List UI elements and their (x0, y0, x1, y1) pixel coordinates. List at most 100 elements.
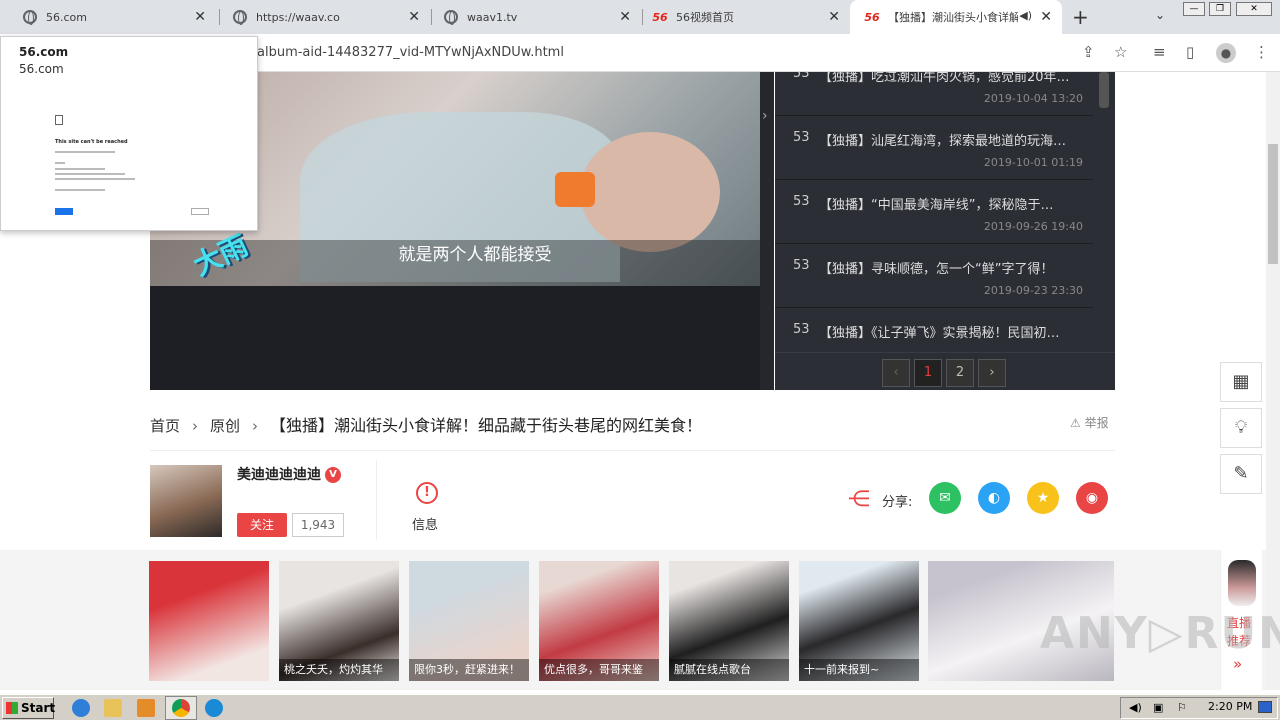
uploader-avatar[interactable] (150, 465, 222, 537)
document-icon (55, 115, 63, 125)
edit-icon[interactable]: ✎ (1220, 454, 1262, 494)
report-label: 举报 (1084, 416, 1109, 430)
playlist-item[interactable]: 53 【独播】寻味顺德，怎一个“鲜”字了得！ 2019-09-23 23:30 (775, 244, 1093, 308)
page-scrollbar[interactable] (1266, 72, 1280, 690)
close-tab-icon[interactable]: ✕ (194, 9, 206, 25)
side-panel-icon[interactable]: ▯ (1186, 43, 1194, 61)
tab-search-chevron-icon[interactable]: ⌄ (1155, 8, 1165, 22)
share-weibo-button[interactable]: ◉ (1076, 482, 1108, 514)
recommend-thumb[interactable]: 限你3秒，赶紧进来！ (409, 561, 529, 681)
playlist-scrollbar[interactable] (1099, 72, 1109, 108)
taskbar-clock: 2:20 PM (1208, 700, 1253, 713)
close-tab-icon[interactable]: ✕ (1040, 9, 1052, 25)
recommend-caption: 桃之夭夭，灼灼其华 (279, 659, 399, 681)
playlist-item[interactable]: 53 【独播】吃过潮汕牛肉火锅，感觉前20年… 2019-10-04 13:20 (775, 72, 1093, 116)
tab-56-com[interactable]: 56.com ✕ (8, 0, 216, 34)
tab-waav-co[interactable]: https://waav.co ✕ (218, 0, 430, 34)
recommend-thumb[interactable]: 优点很多，哥哥来鉴 (539, 561, 659, 681)
playlist-item-number: 53 (793, 258, 810, 273)
tab-hover-card: 56.com 56.com This site can't be reached (0, 36, 258, 231)
playlist-collapse-toggle[interactable]: › (760, 72, 774, 390)
folder-icon[interactable] (104, 699, 122, 717)
playlist-item-title: 【独播】“中国最美海岸线”，探秘隐于… (819, 198, 1054, 213)
media-player-icon[interactable] (137, 699, 155, 717)
verified-badge-icon: V (325, 467, 341, 483)
hover-card-subtitle: 56.com (19, 62, 64, 76)
recommend-caption: 十一前来报到~ (799, 659, 919, 681)
recommend-thumb[interactable]: 桃之夭夭，灼灼其华 (279, 561, 399, 681)
minimize-button[interactable]: — (1183, 2, 1205, 16)
recommend-caption: 腻腻在线点歌台 (669, 659, 789, 681)
page-title: 【独播】潮汕街头小食详解！细品藏于街头巷尾的网红美食！ (270, 416, 703, 435)
windows-taskbar: Start ◀) ▣ ⚐ 2:20 PM (0, 694, 1280, 720)
playlist-item[interactable]: 53 【独播】“中国最美海岸线”，探秘隐于… 2019-09-26 19:40 (775, 180, 1093, 244)
tab-title: 56.com (46, 10, 87, 24)
tab-video-active[interactable]: 56 【独播】潮汕街头小食详解 ◀) ✕ (850, 0, 1062, 34)
globe-icon (232, 9, 248, 25)
close-tab-icon[interactable]: ✕ (619, 9, 631, 25)
close-tab-icon[interactable]: ✕ (408, 9, 420, 25)
network-icon[interactable]: ▣ (1153, 701, 1163, 714)
playlist-item-title: 【独播】寻味顺德，怎一个“鲜”字了得！ (819, 262, 1054, 277)
share-wechat-button[interactable]: ✉ (929, 482, 961, 514)
hover-card-title: 56.com (19, 45, 69, 59)
show-desktop-icon[interactable] (1258, 701, 1272, 713)
tab-56-home[interactable]: 56 56视频首页 ✕ (638, 0, 850, 34)
chevron-right-icon: › (762, 108, 768, 124)
ie-icon[interactable] (72, 699, 90, 717)
edge-icon[interactable] (205, 699, 223, 717)
globe-icon (443, 9, 459, 25)
new-tab-button[interactable]: + (1072, 5, 1089, 29)
breadcrumb: 首页 › 原创 › 【独播】潮汕街头小食详解！细品藏于街头巷尾的网红美食！ (150, 412, 702, 436)
share-page-icon[interactable]: ⇪ (1082, 43, 1095, 61)
warning-icon: ⚠ (1070, 416, 1081, 430)
start-button[interactable]: Start (2, 697, 55, 719)
pager-prev-button[interactable]: ‹ (882, 359, 910, 387)
profile-avatar-icon[interactable]: ● (1216, 43, 1236, 63)
tab-waav1-tv[interactable]: waav1.tv ✕ (429, 0, 641, 34)
share-qq-button[interactable]: ◐ (978, 482, 1010, 514)
recommend-thumb[interactable] (149, 561, 269, 681)
playlist-item[interactable]: 53 【独播】汕尾红海湾，探索最地道的玩海… 2019-10-01 01:19 (775, 116, 1093, 180)
follow-button[interactable]: 关注 (237, 513, 287, 537)
56-logo-icon: 56 (652, 10, 668, 24)
lightbulb-icon[interactable]: 💡︎ (1220, 408, 1262, 448)
anyrun-watermark: ANY▷RUN (1040, 608, 1280, 659)
live-avatar (1228, 560, 1256, 606)
recommend-thumb[interactable]: 腻腻在线点歌台 (669, 561, 789, 681)
close-tab-icon[interactable]: ✕ (828, 9, 840, 25)
share-qzone-button[interactable]: ★ (1027, 482, 1059, 514)
playlist-item-date: 2019-10-01 01:19 (983, 156, 1083, 169)
share-label: 分享: (882, 495, 913, 510)
speaker-icon[interactable]: ◀) (1019, 9, 1032, 22)
report-button[interactable]: ⚠ 举报 (1070, 414, 1109, 431)
info-label[interactable]: 信息 (412, 514, 438, 533)
recommend-thumb[interactable]: 十一前来报到~ (799, 561, 919, 681)
volume-icon[interactable]: ◀) (1129, 701, 1142, 714)
windows-logo-icon (6, 702, 18, 714)
media-control-icon[interactable]: ≡ (1153, 43, 1166, 61)
pager-page-1[interactable]: 1 (914, 359, 942, 387)
qr-code-icon[interactable]: ▦ (1220, 362, 1262, 402)
bookmark-star-icon[interactable]: ☆ (1114, 43, 1127, 61)
breadcrumb-home[interactable]: 首页 (150, 417, 180, 435)
uploader-name[interactable]: 美迪迪迪迪迪 V (237, 464, 341, 484)
chevron-right-icon: › (252, 417, 259, 435)
playlist-item-date: 2019-09-26 19:40 (983, 220, 1083, 233)
56-logo-icon: 56 (864, 10, 880, 24)
playlist-panel: 53 【独播】吃过潮汕牛肉火锅，感觉前20年… 2019-10-04 13:20… (775, 72, 1115, 390)
chrome-taskbar-button[interactable] (165, 696, 197, 720)
info-icon[interactable]: ! (416, 482, 438, 504)
browser-menu-icon[interactable]: ⋮ (1254, 43, 1269, 61)
breadcrumb-category[interactable]: 原创 (210, 417, 240, 435)
flag-icon[interactable]: ⚐ (1177, 701, 1187, 714)
tab-title: 【独播】潮汕街头小食详解 (888, 11, 1018, 24)
address-bar-url[interactable]: album-aid-14483277_vid-MTYwNjAxNDUw.html (257, 45, 564, 60)
maximize-button[interactable]: ❐ (1209, 2, 1231, 16)
pager-next-button[interactable]: › (978, 359, 1006, 387)
close-window-button[interactable]: ✕ (1236, 2, 1272, 16)
playlist-item-title: 【独播】汕尾红海湾，探索最地道的玩海… (819, 134, 1067, 149)
pager-page-2[interactable]: 2 (946, 359, 974, 387)
playlist-item-number: 53 (793, 194, 810, 209)
scrollbar-thumb[interactable] (1268, 144, 1278, 264)
